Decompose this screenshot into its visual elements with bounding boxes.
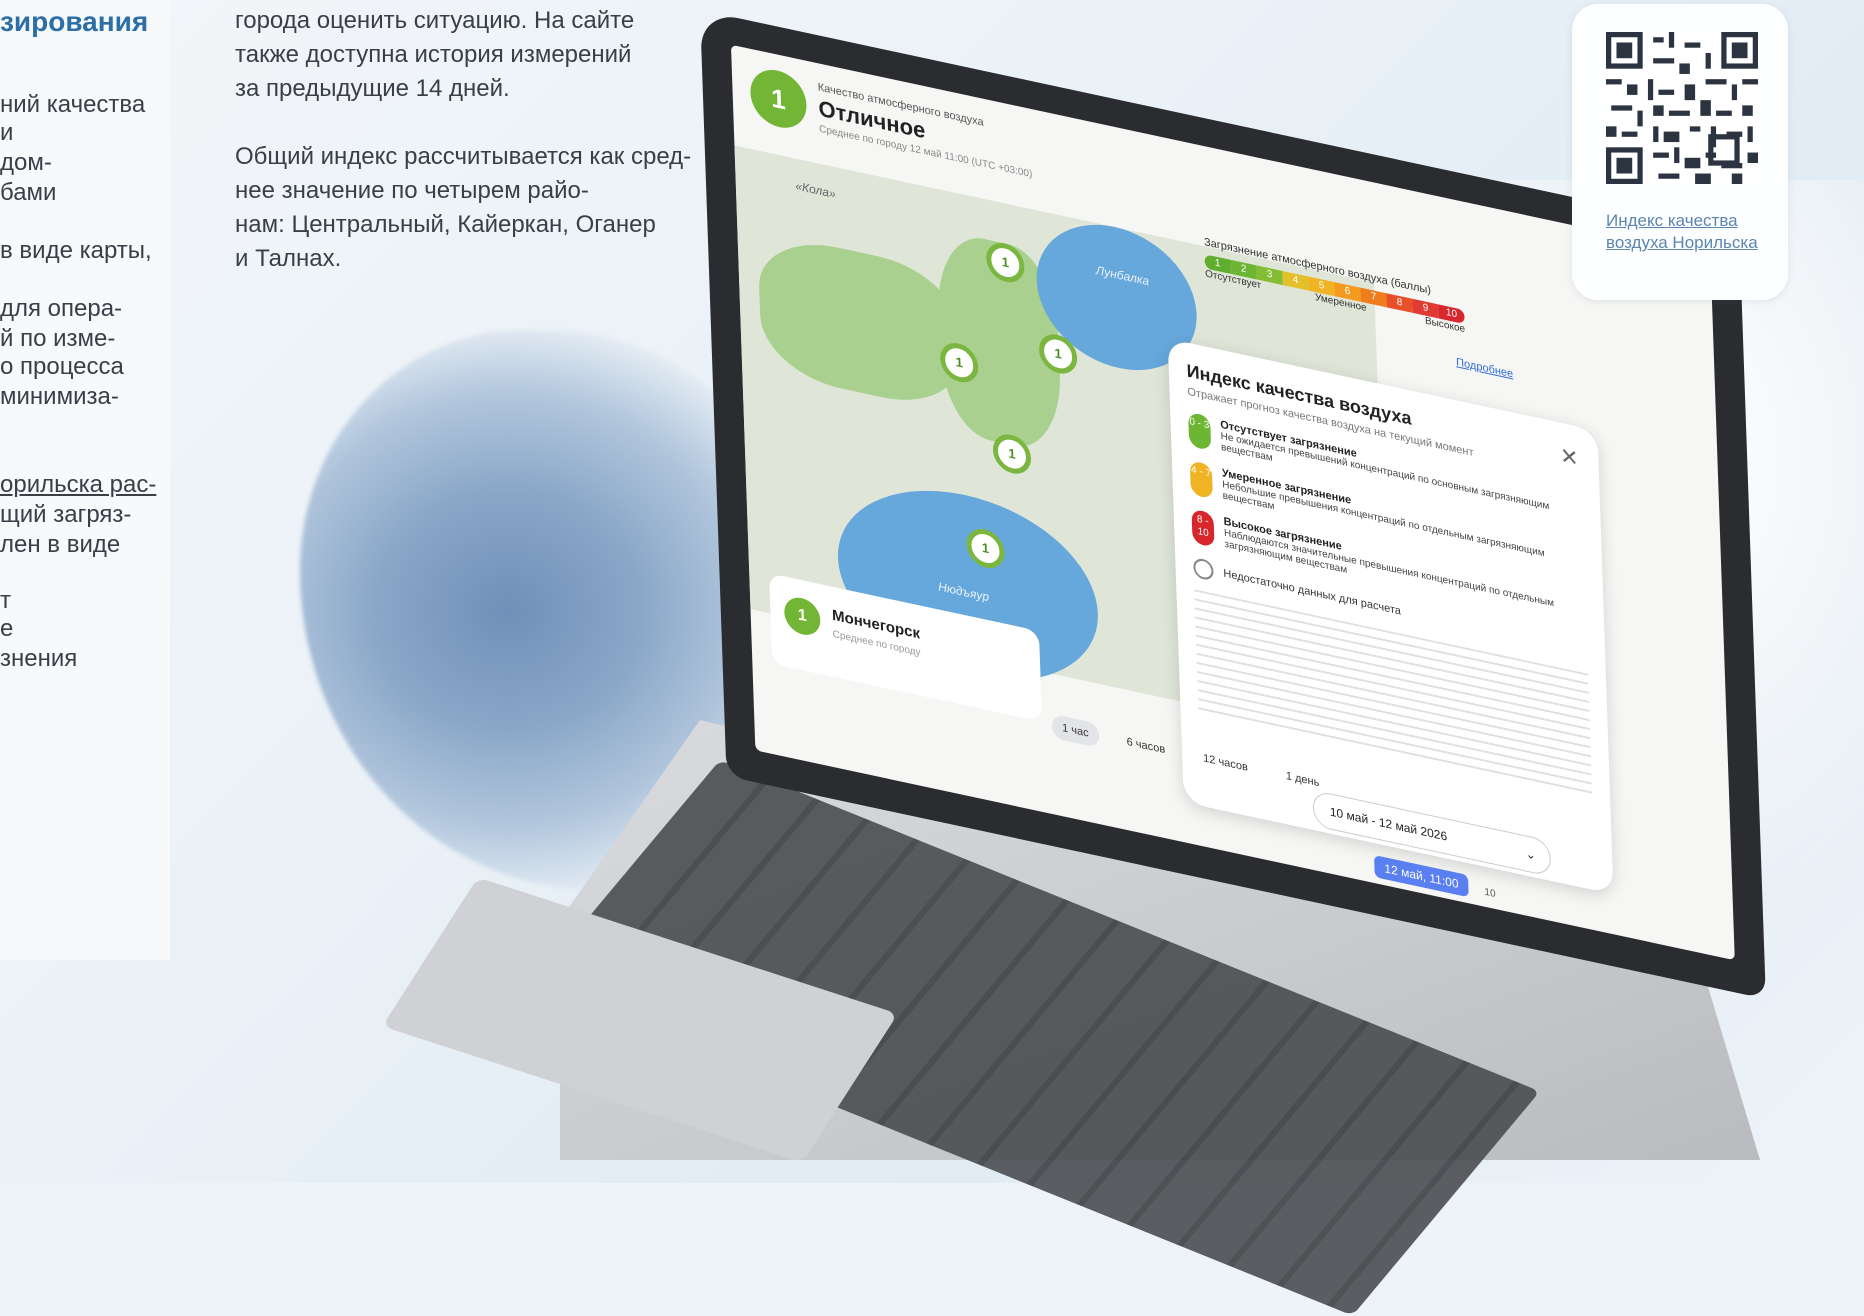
minus-circle-icon [1193, 556, 1214, 582]
left-line: щий загряз- [0, 501, 132, 528]
tab-6-hours[interactable]: 6 часов [1116, 728, 1175, 765]
timeline-tick: 10 [1484, 886, 1496, 901]
city-index-badge: 1 [783, 594, 821, 639]
left-line: дом- [0, 149, 52, 176]
left-line: ний качества [0, 91, 146, 118]
left-line: в виде карты, [0, 237, 152, 264]
left-line: для опера- [0, 295, 123, 322]
index-badge: 1 [749, 64, 808, 134]
road-label: «Кола» [795, 178, 836, 202]
range-pill: 4 - 7 [1189, 460, 1213, 500]
left-line: и [0, 119, 14, 146]
qr-code-icon[interactable] [1606, 32, 1758, 184]
left-link-line[interactable]: орильска рас- [0, 468, 156, 502]
left-line: бами [0, 179, 57, 206]
left-line: знения [0, 645, 78, 672]
close-icon[interactable]: ✕ [1560, 442, 1579, 472]
range-pill: 0 - 3 [1188, 411, 1212, 451]
chevron-down-icon: ⌄ [1525, 846, 1536, 863]
left-line: е [0, 615, 14, 642]
qr-card: Индекс качества воздуха Норильска [1572, 4, 1788, 300]
time-marker[interactable]: 12 май, 11:00 [1374, 854, 1469, 898]
qr-caption-link[interactable]: Индекс качества воздуха Норильска [1606, 210, 1766, 254]
tab-1-hour[interactable]: 1 час [1051, 713, 1100, 748]
left-line: лен в виде [0, 531, 121, 558]
section-heading: зирования [0, 6, 149, 37]
map-forest [757, 230, 962, 415]
range-pill: 8 - 10 [1191, 508, 1215, 548]
left-line: минимиза- [0, 383, 119, 410]
left-line: о процесса [0, 353, 124, 380]
